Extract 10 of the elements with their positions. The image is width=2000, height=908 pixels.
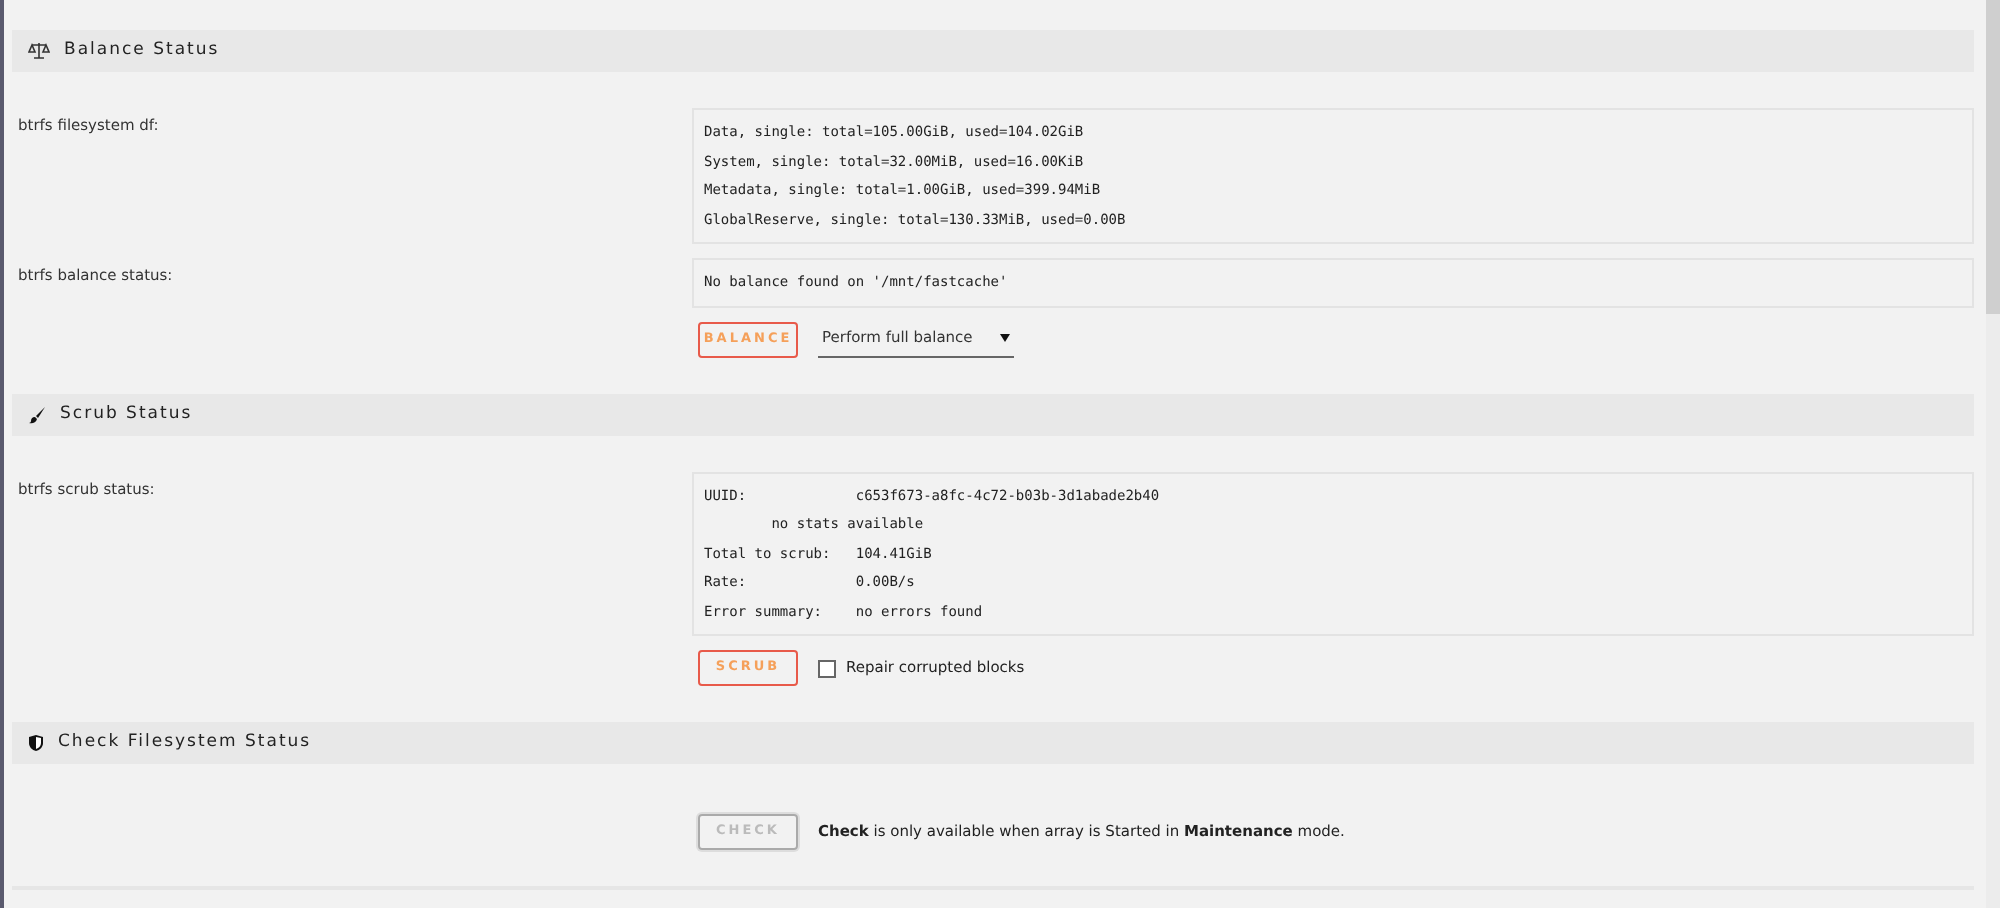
section-title: Check Filesystem Status: [58, 730, 312, 756]
section-title: Balance Status: [64, 38, 220, 64]
brush-icon: [28, 405, 46, 423]
checkbox[interactable]: [818, 659, 836, 677]
scrollbar-thumb[interactable]: [1986, 0, 2000, 314]
section-title: Scrub Status: [60, 401, 193, 427]
shield-icon: [28, 734, 44, 752]
scale-icon: [28, 42, 50, 60]
scrollbar[interactable]: [1986, 0, 2000, 908]
caret-icon: [1000, 334, 1010, 342]
